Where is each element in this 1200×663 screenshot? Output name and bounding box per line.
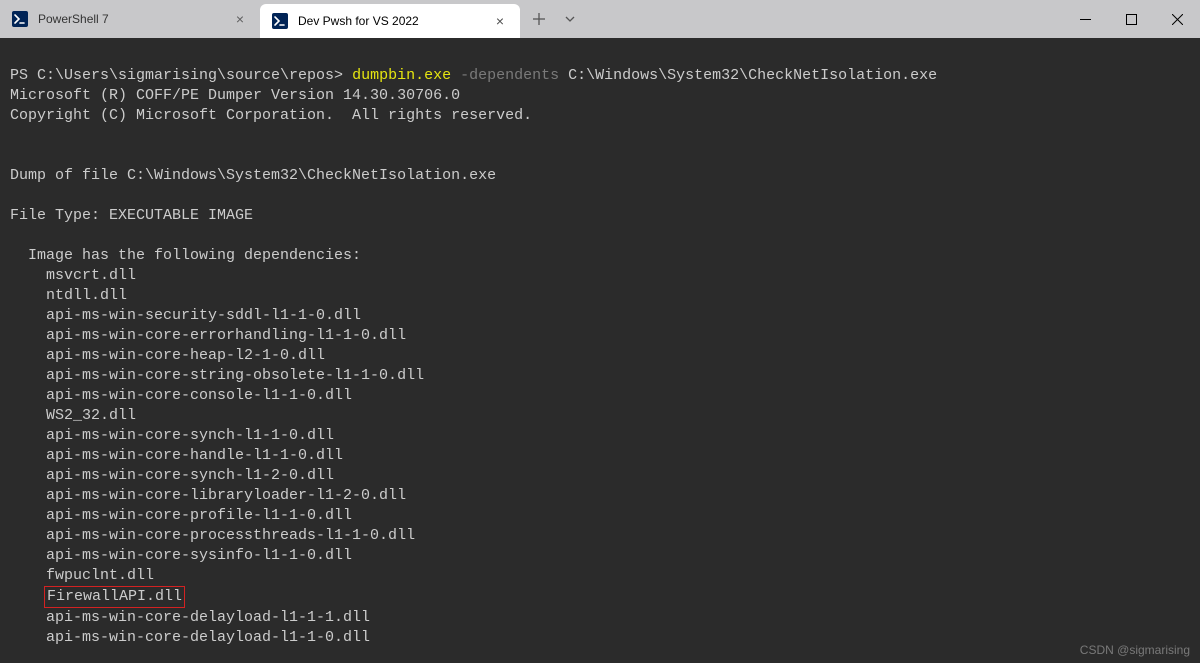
dependencies-block: msvcrt.dll ntdll.dll api-ms-win-security…	[10, 266, 1190, 586]
dependencies-after-block: api-ms-win-core-delayload-l1-1-1.dll api…	[10, 608, 1190, 648]
command-exe: dumpbin.exe	[352, 67, 460, 84]
tab-dev-pwsh[interactable]: Dev Pwsh for VS 2022 ×	[260, 4, 520, 38]
command-arg: C:\Windows\System32\CheckNetIsolation.ex…	[568, 67, 937, 84]
command-flag: -dependents	[460, 67, 568, 84]
close-button[interactable]	[1154, 0, 1200, 38]
close-icon[interactable]: ×	[492, 13, 508, 29]
tab-title: PowerShell 7	[38, 12, 222, 26]
titlebar: PowerShell 7 × Dev Pwsh for VS 2022 ×	[0, 0, 1200, 38]
highlighted-dll: FirewallAPI.dll	[44, 586, 185, 608]
tab-actions	[520, 0, 588, 38]
powershell-icon	[272, 13, 288, 29]
window-controls	[1062, 0, 1200, 38]
tab-title: Dev Pwsh for VS 2022	[298, 14, 482, 28]
prompt-text: PS C:\Users\sigmarising\source\repos>	[10, 67, 352, 84]
tab-dropdown-icon[interactable]	[564, 13, 576, 25]
minimize-button[interactable]	[1062, 0, 1108, 38]
watermark: CSDN @sigmarising	[1080, 643, 1190, 657]
dep-indent	[10, 588, 46, 605]
powershell-icon	[12, 11, 28, 27]
close-icon[interactable]: ×	[232, 11, 248, 27]
tab-powershell7[interactable]: PowerShell 7 ×	[0, 0, 260, 38]
terminal-output[interactable]: PS C:\Users\sigmarising\source\repos> du…	[0, 38, 1200, 663]
new-tab-button[interactable]	[532, 12, 546, 26]
output-header-block: Microsoft (R) COFF/PE Dumper Version 14.…	[10, 86, 1190, 266]
maximize-button[interactable]	[1108, 0, 1154, 38]
